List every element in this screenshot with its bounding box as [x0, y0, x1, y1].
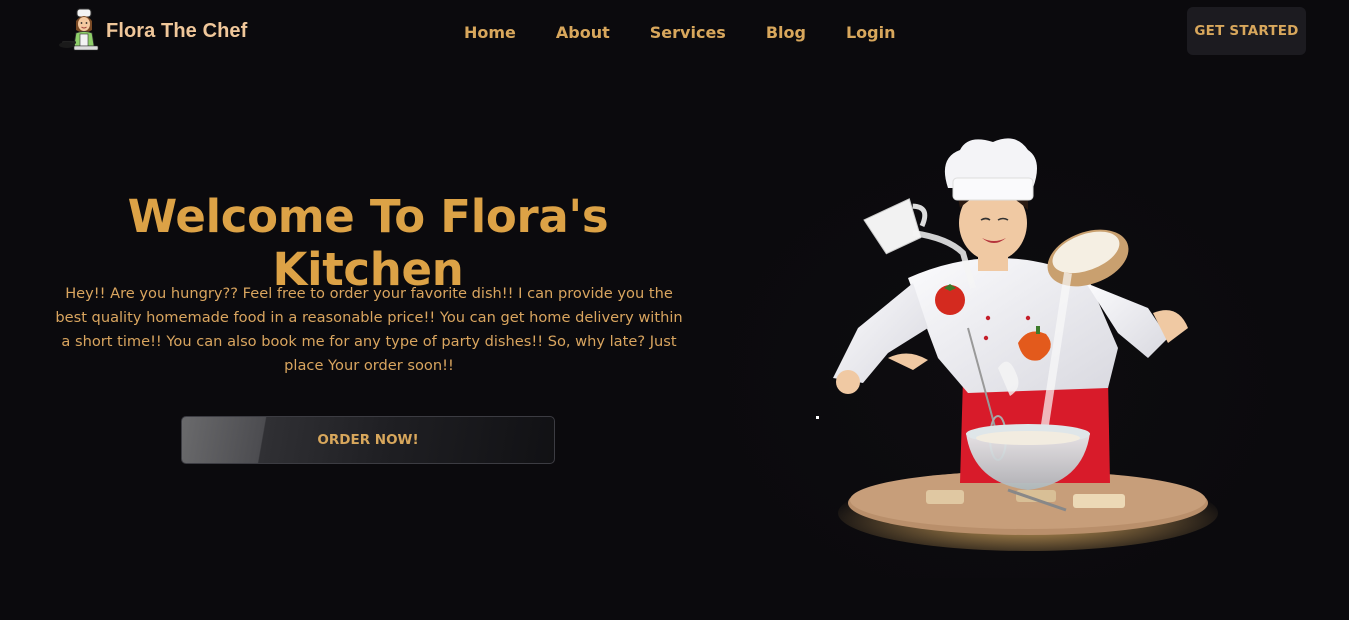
hero-title: Welcome To Flora's Kitchen [127, 190, 609, 296]
brand[interactable]: Flora The Chef [58, 8, 247, 54]
hero-description: Hey!! Are you hungry?? Feel free to orde… [55, 285, 683, 374]
main-nav: Home About Services Blog Login [464, 21, 895, 43]
get-started-button[interactable]: GET STARTED [1187, 7, 1306, 55]
order-now-button[interactable]: ORDER NOW! [181, 416, 555, 464]
nav-link-home[interactable]: Home [464, 23, 516, 42]
nav-link-services[interactable]: Services [650, 23, 726, 42]
chef-avatar-icon [59, 8, 99, 51]
nav-link-about[interactable]: About [556, 23, 610, 42]
hero-image [698, 138, 1298, 578]
nav-link-login[interactable]: Login [846, 23, 896, 42]
chef-cooking-illustration [816, 138, 1218, 551]
nav-link-blog[interactable]: Blog [766, 23, 806, 42]
brand-name: Flora The Chef [106, 19, 248, 42]
